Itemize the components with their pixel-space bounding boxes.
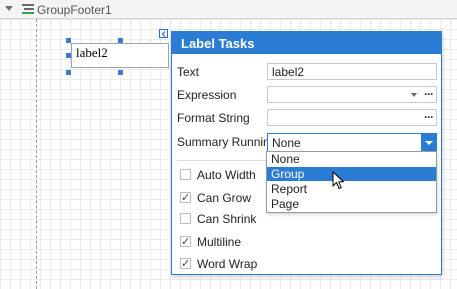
margin-guide	[36, 19, 37, 289]
expression-label: Expression	[177, 88, 237, 102]
summary-running-dropdown-list: None Group Report Page	[266, 151, 437, 213]
popup-title: Label Tasks	[172, 32, 441, 54]
can-shrink-checkbox[interactable]	[180, 213, 191, 224]
summary-running-value: None	[272, 136, 301, 150]
expression-field[interactable]: ···	[267, 86, 437, 103]
auto-width-checkbox[interactable]	[180, 169, 191, 180]
summary-running-label: Summary Running	[177, 135, 277, 149]
band-header[interactable]: GroupFooter1	[0, 0, 457, 19]
checkmark-icon: ✓	[181, 258, 191, 270]
checkmark-icon: ✓	[181, 236, 191, 248]
auto-width-label: Auto Width	[197, 168, 256, 182]
resize-handle[interactable]	[66, 38, 71, 43]
resize-handle[interactable]	[66, 53, 71, 58]
dropdown-option-page[interactable]: Page	[267, 197, 436, 211]
summary-running-dropdown-button[interactable]	[421, 134, 436, 151]
report-label-control[interactable]: label2	[71, 43, 169, 68]
can-grow-checkbox[interactable]: ✓	[180, 192, 191, 204]
text-field[interactable]: label2	[267, 63, 437, 80]
resize-handle[interactable]	[118, 38, 123, 43]
smart-tag-button[interactable]	[159, 29, 168, 38]
can-grow-label: Can Grow	[197, 191, 252, 205]
word-wrap-label: Word Wrap	[197, 257, 258, 271]
band-title: GroupFooter1	[37, 3, 112, 17]
collapse-arrow-icon[interactable]	[5, 6, 13, 11]
summary-running-combo[interactable]: None	[267, 133, 437, 152]
chevron-left-icon	[161, 31, 166, 37]
expression-ellipsis-button[interactable]: ···	[424, 87, 434, 101]
word-wrap-checkbox[interactable]: ✓	[180, 258, 191, 270]
dropdown-option-none[interactable]: None	[267, 152, 436, 166]
format-string-label: Format String	[177, 111, 250, 125]
multiline-label: Multiline	[197, 235, 242, 249]
text-label: Text	[177, 65, 200, 79]
dropdown-option-group[interactable]: Group	[267, 167, 436, 181]
chevron-down-icon	[425, 141, 433, 145]
multiline-checkbox[interactable]: ✓	[180, 236, 191, 248]
can-shrink-label: Can Shrink	[197, 212, 257, 226]
format-string-ellipsis-button[interactable]: ···	[424, 110, 434, 124]
dropdown-option-report[interactable]: Report	[267, 182, 436, 196]
resize-handle[interactable]	[118, 70, 123, 75]
checkmark-icon: ✓	[181, 192, 191, 204]
expression-dropdown-icon[interactable]	[411, 93, 417, 97]
mouse-pointer-icon	[332, 171, 344, 189]
resize-handle[interactable]	[66, 70, 71, 75]
group-footer-band-icon	[22, 4, 34, 14]
format-string-field[interactable]: ···	[267, 109, 437, 126]
